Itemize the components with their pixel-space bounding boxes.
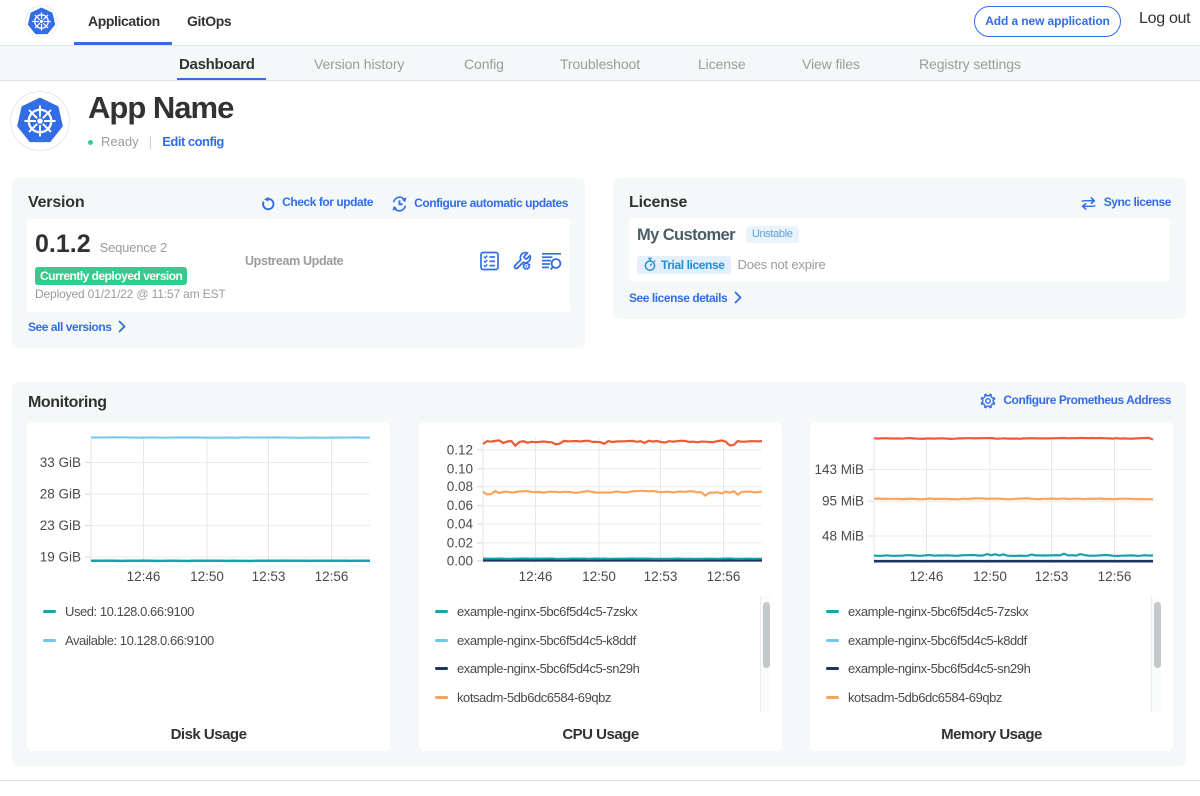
svg-text:0.02: 0.02 [447, 535, 473, 550]
svg-text:12:56: 12:56 [1098, 569, 1132, 584]
svg-text:12:53: 12:53 [1035, 569, 1069, 584]
svg-text:23 GiB: 23 GiB [40, 518, 81, 533]
svg-text:12:50: 12:50 [973, 569, 1007, 584]
svg-text:143 MiB: 143 MiB [814, 462, 864, 477]
svg-text:12:53: 12:53 [644, 569, 678, 584]
svg-text:33 GiB: 33 GiB [40, 455, 81, 470]
svg-text:28 GiB: 28 GiB [40, 487, 81, 502]
svg-text:12:56: 12:56 [315, 569, 349, 584]
svg-text:95 MiB: 95 MiB [822, 494, 864, 509]
svg-text:12:56: 12:56 [707, 569, 741, 584]
svg-text:12:46: 12:46 [910, 569, 944, 584]
svg-text:12:53: 12:53 [252, 569, 286, 584]
svg-text:48 MiB: 48 MiB [822, 529, 864, 544]
svg-text:0.00: 0.00 [447, 553, 473, 568]
svg-text:0.06: 0.06 [447, 498, 473, 513]
svg-text:12:46: 12:46 [127, 569, 161, 584]
svg-text:0.10: 0.10 [447, 461, 473, 476]
svg-text:19 GiB: 19 GiB [40, 550, 81, 565]
svg-text:12:50: 12:50 [190, 569, 224, 584]
svg-text:0.08: 0.08 [447, 479, 473, 494]
svg-text:0.04: 0.04 [447, 516, 474, 531]
svg-text:12:46: 12:46 [519, 569, 553, 584]
svg-text:0.12: 0.12 [447, 442, 473, 457]
svg-text:12:50: 12:50 [582, 569, 616, 584]
